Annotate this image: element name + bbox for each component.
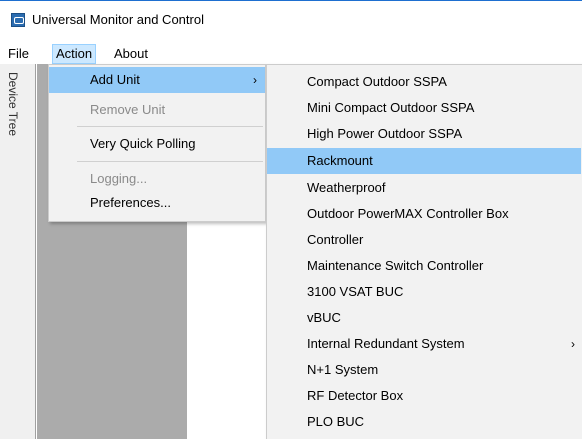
menu-item-label: 3100 VSAT BUC bbox=[307, 284, 404, 299]
menu-item-label: Compact Outdoor SSPA bbox=[307, 74, 447, 89]
add-unit-submenu: Compact Outdoor SSPA Mini Compact Outdoo… bbox=[266, 64, 582, 439]
chevron-right-icon: › bbox=[571, 337, 575, 351]
submenu-item-outdoor-powermax-controller-box[interactable]: Outdoor PowerMAX Controller Box bbox=[267, 201, 581, 227]
menu-item-preferences[interactable]: Preferences... bbox=[49, 190, 265, 216]
menu-item-very-quick-polling[interactable]: Very Quick Polling bbox=[49, 131, 265, 157]
menu-item-remove-unit[interactable]: Remove Unit bbox=[49, 97, 265, 123]
menu-item-label: Weatherproof bbox=[307, 180, 386, 195]
menu-item-label: Controller bbox=[307, 232, 364, 247]
submenu-item-n-plus-1-system[interactable]: N+1 System bbox=[267, 357, 581, 383]
menu-separator bbox=[77, 126, 263, 127]
menu-bar: File Action About bbox=[0, 44, 582, 64]
menu-item-label: Add Unit bbox=[90, 72, 140, 87]
menu-item-label: Mini Compact Outdoor SSPA bbox=[307, 100, 475, 115]
menu-item-label: N+1 System bbox=[307, 362, 379, 377]
submenu-item-high-power-outdoor-sspa[interactable]: High Power Outdoor SSPA bbox=[267, 121, 581, 147]
menu-item-label: vBUC bbox=[307, 310, 341, 325]
menu-item-label: Remove Unit bbox=[90, 102, 166, 117]
submenu-item-vbuc[interactable]: vBUC bbox=[267, 305, 581, 331]
menu-item-label: Outdoor PowerMAX Controller Box bbox=[307, 206, 509, 221]
submenu-item-mini-compact-outdoor-sspa[interactable]: Mini Compact Outdoor SSPA bbox=[267, 95, 581, 121]
menu-item-label: Preferences... bbox=[90, 195, 171, 210]
device-tree-label: Device Tree bbox=[6, 72, 20, 137]
menu-item-add-unit[interactable]: Add Unit › bbox=[49, 67, 265, 93]
submenu-item-weatherproof[interactable]: Weatherproof bbox=[267, 175, 581, 201]
submenu-item-rackmount[interactable]: Rackmount bbox=[267, 148, 581, 174]
submenu-item-compact-outdoor-sspa[interactable]: Compact Outdoor SSPA bbox=[267, 69, 581, 95]
title-bar: Universal Monitor and Control bbox=[0, 0, 582, 36]
menu-item-logging[interactable]: Logging... bbox=[49, 166, 265, 192]
action-menu: Add Unit › Remove Unit Very Quick Pollin… bbox=[48, 64, 266, 222]
menu-item-label: High Power Outdoor SSPA bbox=[307, 126, 463, 141]
menu-action[interactable]: Action bbox=[52, 44, 97, 64]
menu-about[interactable]: About bbox=[111, 44, 151, 64]
submenu-item-rf-detector-box[interactable]: RF Detector Box bbox=[267, 383, 581, 409]
menu-item-label: RF Detector Box bbox=[307, 388, 404, 403]
menu-item-label: Rackmount bbox=[307, 153, 373, 168]
menu-file[interactable]: File bbox=[5, 44, 32, 64]
chevron-right-icon: › bbox=[253, 73, 257, 87]
menu-separator bbox=[77, 161, 263, 162]
submenu-item-maintenance-switch-controller[interactable]: Maintenance Switch Controller bbox=[267, 253, 581, 279]
menu-item-label: Very Quick Polling bbox=[90, 136, 196, 151]
submenu-item-3100-vsat-buc[interactable]: 3100 VSAT BUC bbox=[267, 279, 581, 305]
app-icon bbox=[11, 13, 25, 27]
menu-item-label: Internal Redundant System bbox=[307, 336, 465, 351]
window-title: Universal Monitor and Control bbox=[32, 12, 204, 27]
submenu-item-plo-buc[interactable]: PLO BUC bbox=[267, 409, 581, 435]
menu-item-label: Logging... bbox=[90, 171, 148, 186]
submenu-item-internal-redundant-system[interactable]: Internal Redundant System › bbox=[267, 331, 581, 357]
device-tree-panel[interactable]: Device Tree bbox=[0, 64, 36, 439]
submenu-item-controller[interactable]: Controller bbox=[267, 227, 581, 253]
menu-item-label: PLO BUC bbox=[307, 414, 365, 429]
menu-item-label: Maintenance Switch Controller bbox=[307, 258, 484, 273]
